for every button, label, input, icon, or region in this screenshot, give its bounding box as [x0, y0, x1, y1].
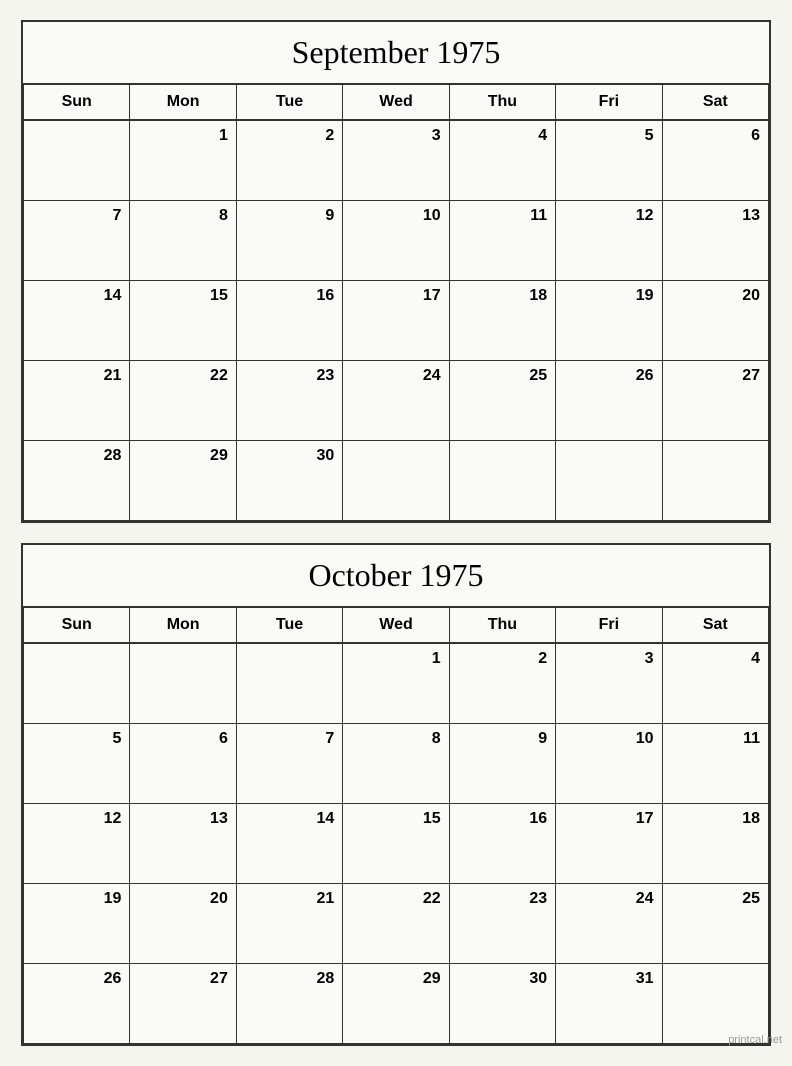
day-header-wed: Wed — [343, 608, 449, 644]
day-cell: 24 — [343, 361, 449, 441]
day-cell: 14 — [237, 804, 343, 884]
day-cell: 10 — [556, 724, 662, 804]
day-header-thu: Thu — [450, 608, 556, 644]
day-cell: 13 — [130, 804, 236, 884]
day-cell: 29 — [130, 441, 236, 521]
day-cell: 22 — [343, 884, 449, 964]
calendar-grid-october-1975: SunMonTueWedThuFriSat1234567891011121314… — [23, 608, 769, 1044]
day-cell: 7 — [237, 724, 343, 804]
day-cell — [556, 441, 662, 521]
day-cell — [24, 121, 130, 201]
day-cell: 21 — [237, 884, 343, 964]
day-cell: 15 — [343, 804, 449, 884]
day-cell — [663, 441, 769, 521]
day-cell: 5 — [24, 724, 130, 804]
day-cell: 1 — [130, 121, 236, 201]
day-cell: 7 — [24, 201, 130, 281]
day-cell: 4 — [663, 644, 769, 724]
day-cell: 3 — [556, 644, 662, 724]
day-cell: 3 — [343, 121, 449, 201]
day-cell: 1 — [343, 644, 449, 724]
calendar-september-1975: September 1975SunMonTueWedThuFriSat12345… — [21, 20, 771, 523]
calendar-october-1975: October 1975SunMonTueWedThuFriSat1234567… — [21, 543, 771, 1046]
day-cell: 9 — [237, 201, 343, 281]
day-cell: 31 — [556, 964, 662, 1044]
day-header-sun: Sun — [24, 85, 130, 121]
day-cell: 25 — [450, 361, 556, 441]
day-cell: 30 — [237, 441, 343, 521]
day-cell: 9 — [450, 724, 556, 804]
day-cell: 22 — [130, 361, 236, 441]
day-header-sat: Sat — [663, 85, 769, 121]
day-cell: 17 — [343, 281, 449, 361]
day-cell: 18 — [663, 804, 769, 884]
day-cell: 11 — [450, 201, 556, 281]
day-cell: 2 — [237, 121, 343, 201]
day-cell: 16 — [450, 804, 556, 884]
calendar-grid-september-1975: SunMonTueWedThuFriSat1234567891011121314… — [23, 85, 769, 521]
day-cell: 28 — [24, 441, 130, 521]
day-cell: 12 — [24, 804, 130, 884]
day-cell: 19 — [24, 884, 130, 964]
day-header-fri: Fri — [556, 608, 662, 644]
day-cell: 5 — [556, 121, 662, 201]
day-header-mon: Mon — [130, 608, 236, 644]
day-cell: 27 — [663, 361, 769, 441]
day-cell: 6 — [130, 724, 236, 804]
day-cell: 20 — [663, 281, 769, 361]
day-cell: 2 — [450, 644, 556, 724]
day-cell: 8 — [343, 724, 449, 804]
day-cell: 23 — [450, 884, 556, 964]
day-cell: 11 — [663, 724, 769, 804]
day-cell — [130, 644, 236, 724]
day-cell: 17 — [556, 804, 662, 884]
day-header-wed: Wed — [343, 85, 449, 121]
day-cell: 23 — [237, 361, 343, 441]
day-cell: 12 — [556, 201, 662, 281]
day-header-thu: Thu — [450, 85, 556, 121]
day-cell: 13 — [663, 201, 769, 281]
watermark: printcal.net — [728, 1034, 782, 1046]
day-header-tue: Tue — [237, 608, 343, 644]
day-header-sat: Sat — [663, 608, 769, 644]
day-cell: 30 — [450, 964, 556, 1044]
day-cell — [24, 644, 130, 724]
day-cell: 19 — [556, 281, 662, 361]
day-cell: 16 — [237, 281, 343, 361]
day-cell: 18 — [450, 281, 556, 361]
day-cell — [450, 441, 556, 521]
day-cell: 10 — [343, 201, 449, 281]
day-cell: 28 — [237, 964, 343, 1044]
day-header-tue: Tue — [237, 85, 343, 121]
day-cell: 8 — [130, 201, 236, 281]
day-cell: 26 — [24, 964, 130, 1044]
day-cell: 24 — [556, 884, 662, 964]
calendar-title-september-1975: September 1975 — [23, 22, 769, 85]
day-cell: 29 — [343, 964, 449, 1044]
day-cell — [663, 964, 769, 1044]
day-cell: 14 — [24, 281, 130, 361]
day-cell: 4 — [450, 121, 556, 201]
day-header-mon: Mon — [130, 85, 236, 121]
day-cell: 6 — [663, 121, 769, 201]
calendar-title-october-1975: October 1975 — [23, 545, 769, 608]
day-header-sun: Sun — [24, 608, 130, 644]
day-cell — [237, 644, 343, 724]
day-header-fri: Fri — [556, 85, 662, 121]
day-cell: 15 — [130, 281, 236, 361]
day-cell: 27 — [130, 964, 236, 1044]
day-cell: 21 — [24, 361, 130, 441]
day-cell: 20 — [130, 884, 236, 964]
day-cell — [343, 441, 449, 521]
day-cell: 25 — [663, 884, 769, 964]
day-cell: 26 — [556, 361, 662, 441]
